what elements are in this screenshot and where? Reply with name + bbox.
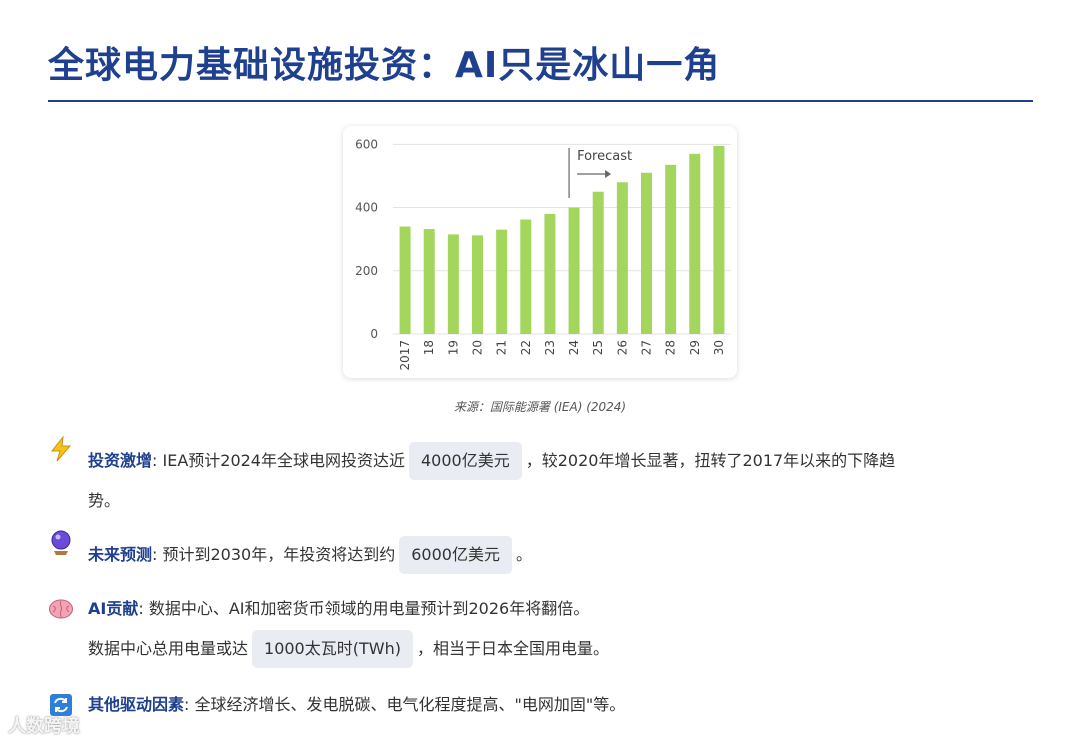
x-tick-label: 19 [446,340,460,355]
y-tick-label: 200 [355,264,378,278]
bar-chart: 0 200 400 600 2017 18 19 20 21 22 23 24 25 26 27 28 29 30… [355,137,731,371]
chart-card: 0 200 400 600 2017 18 19 20 21 22 23 24 25 26 27 28 29 30… [343,126,737,378]
x-tick-label: 2017 [398,340,412,371]
item-text: : 数据中心、AI和加密货币领域的用电量预计到2026年将翻倍。 [138,599,590,618]
y-tick-label: 0 [370,327,378,341]
item-label: 投资激增 [88,451,153,470]
bar [496,229,508,334]
item-text: 数据中心总用电量或达 [88,639,249,658]
bar [568,207,580,334]
x-tick-label: 29 [688,340,702,355]
x-tick-label: 25 [591,340,605,355]
item-text: : IEA预计2024年全球电网投资达近 [152,451,405,470]
y-tick-label: 400 [355,201,378,215]
highlight-badge: 4000亿美元 [409,442,522,480]
item-text: ，相当于日本全国用电量。 [416,639,609,658]
item-label: 未来预测 [88,545,153,564]
x-tick-label: 26 [615,340,629,355]
bar [641,172,652,334]
item-text: : 全球经济增长、发电脱碳、电气化程度提高、"电网加固"等。 [184,695,626,714]
bar [472,235,483,334]
forecast-label: Forecast [577,149,632,164]
highlight-badge: 1000太瓦时(TWh) [252,630,413,668]
item-text: ，较2020年增长显著，扭转了2017年以来的下降趋 [525,451,896,470]
forecast-arrowhead [605,170,612,178]
bar [447,234,459,334]
x-tick-label: 18 [422,340,436,355]
x-tick-label: 22 [519,340,533,355]
bar [592,191,604,334]
x-tick-label: 24 [567,340,581,355]
bar [689,153,701,334]
x-tick-label: 20 [471,340,485,355]
x-tick-label: 28 [664,340,678,355]
item-text: 势。 [88,491,121,510]
bar [544,213,556,334]
page-title: 全球电力基础设施投资：AI只是冰山一角 [48,45,721,86]
bar [616,182,628,334]
crystal-ball-icon [48,530,74,556]
bar [399,226,411,334]
item-text: : 预计到2030年，年投资将达到约 [152,545,396,564]
bar [713,145,725,334]
title-divider [48,100,1033,102]
highlight-badge: 6000亿美元 [399,536,512,574]
y-tick-label: 600 [355,137,378,151]
x-tick-label: 23 [543,340,557,355]
watermark-logo: 人数跨境 [8,716,80,737]
x-tick-label: 21 [495,340,509,355]
bar [423,229,435,334]
item-label: AI贡献 [88,599,139,618]
source-caption: 来源：国际能源署 (IEA) (2024) [453,400,627,414]
bar [520,219,532,334]
bar [665,164,677,334]
lightning-icon [48,436,74,462]
brain-icon [48,596,74,622]
item-text: 。 [515,545,532,564]
item-label: 其他驱动因素 [88,695,185,714]
x-tick-label: 27 [640,340,654,355]
x-tick-label: 30 [712,340,726,355]
